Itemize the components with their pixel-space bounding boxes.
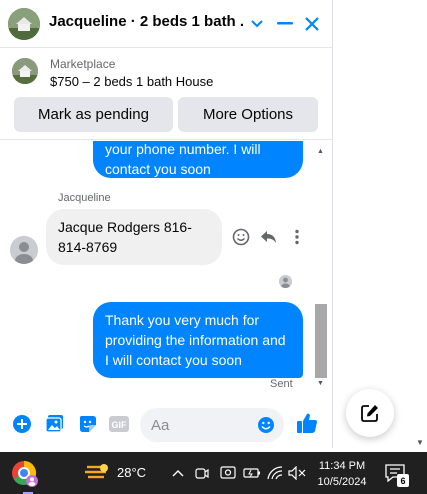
listing-description[interactable]: $750 – 2 beds 1 bath House [50,74,213,89]
svg-text:GIF: GIF [112,420,128,430]
clock-time: 11:34 PM [318,460,366,472]
volume-muted-icon[interactable] [288,465,306,481]
incoming-message[interactable]: Jacque Rodgers 816-814-8769 [46,209,222,265]
photo-icon[interactable] [44,413,66,435]
close-icon[interactable] [300,12,324,36]
sender-name: Jacqueline [58,192,111,204]
compose-icon [361,405,378,422]
listing-kind: Marketplace [50,57,116,71]
chevron-up-icon[interactable] [171,466,185,480]
chevron-down-icon[interactable] [245,12,269,36]
chat-title[interactable]: Jacqueline · 2 beds 1 bath ... [49,13,245,30]
message-input[interactable]: Aa [140,408,284,442]
message-list: your phone number. I will contact you so… [0,141,333,395]
scroll-up-arrow-icon[interactable]: ▲ [317,148,324,155]
listing-card: Marketplace $750 – 2 beds 1 bath House M… [0,48,333,140]
meet-now-icon[interactable] [194,465,210,481]
chat-window: Jacqueline · 2 beds 1 bath ... Marketpla… [0,0,333,448]
outgoing-message[interactable]: Thank you very much for providing the in… [93,302,303,378]
listing-thumbnail[interactable] [12,58,38,84]
contact-avatar[interactable] [8,8,40,40]
clock-date: 10/5/2024 [317,476,367,488]
react-emoji-icon[interactable] [231,227,251,247]
scroll-down-arrow-icon[interactable]: ▼ [317,380,324,387]
more-options-icon[interactable] [287,227,307,247]
outgoing-message-partial: your phone number. I will contact you so… [93,141,303,178]
new-message-button[interactable] [346,389,394,437]
gif-icon[interactable]: GIF [108,413,130,435]
battery-icon[interactable] [243,465,261,481]
more-options-button[interactable]: More Options [178,97,318,132]
plus-icon[interactable] [11,413,33,435]
wifi-icon[interactable] [267,465,283,481]
seen-indicator-avatar [279,275,292,288]
system-clock[interactable]: 11:34 PM 10/5/2024 [316,458,368,490]
sender-avatar[interactable] [10,236,38,264]
message-input-placeholder: Aa [151,417,170,434]
mark-as-pending-button[interactable]: Mark as pending [14,97,173,132]
chrome-profile-icon[interactable] [10,459,40,489]
minimize-icon[interactable] [273,12,297,36]
reply-icon[interactable] [259,227,279,247]
weather-temperature[interactable]: 28°C [117,465,146,480]
weather-icon[interactable] [84,462,110,484]
message-scrollbar[interactable]: ▲ ▼ [314,144,328,392]
emoji-icon[interactable] [257,416,275,439]
page: Jacqueline · 2 beds 1 bath ... Marketpla… [0,0,427,494]
windows-taskbar: 28°C 11:34 PM 10/5/2024 [0,452,427,494]
thumbs-up-icon[interactable] [296,412,318,434]
page-scroll-down-icon[interactable]: ▼ [416,438,424,447]
notification-count-badge: 6 [397,474,409,487]
scrollbar-thumb[interactable] [315,304,327,378]
screen-capture-icon[interactable] [219,464,237,482]
chat-header: Jacqueline · 2 beds 1 bath ... [0,0,333,48]
sticker-icon[interactable] [77,413,99,435]
message-composer: GIF Aa [0,402,333,448]
message-status: Sent [270,378,293,390]
